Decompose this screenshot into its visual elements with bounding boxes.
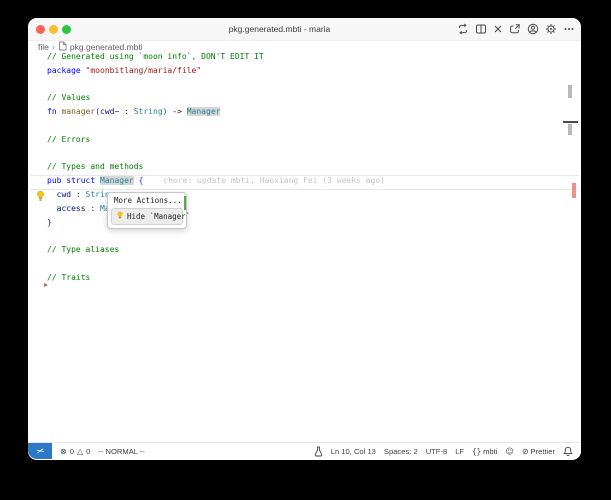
status-bar: >< ⊗ 0 △ 0 -- NORMAL -- Ln 10, Col 13 Sp…: [28, 442, 581, 459]
zoom-window-button[interactable]: [62, 25, 71, 34]
errors-icon: ⊗: [60, 446, 67, 456]
formatter-indicator[interactable]: ⊘ Prettier: [522, 447, 555, 456]
code-token: // Generated using `moon info`, DON'T ED…: [47, 52, 264, 61]
settings-gear-icon[interactable]: [545, 23, 557, 35]
code-token: :: [119, 107, 134, 117]
code-line[interactable]: [47, 229, 567, 243]
prettier-icon: ⊘: [521, 446, 529, 456]
highlighted-symbol: Manager: [100, 176, 134, 186]
remote-indicator[interactable]: ><: [28, 443, 52, 459]
action-label: Hide `Manager`: [127, 212, 191, 221]
code-line[interactable]: // Type aliases: [47, 243, 567, 257]
overview-ruler-mark: [568, 124, 572, 135]
overview-ruler-cursor-mark: [563, 121, 578, 123]
overview-ruler-error-mark: [572, 183, 576, 198]
code-token: struct: [66, 176, 96, 186]
encoding-setting[interactable]: UTF-8: [426, 447, 448, 456]
trailing-whitespace-mark: [44, 283, 48, 287]
code-line[interactable]: [47, 257, 567, 271]
code-editor[interactable]: // Generated using `moon info`, DON'T ED…: [47, 50, 567, 285]
code-token: "moonbitlang/maria/file": [85, 65, 202, 75]
hide-manager-action[interactable]: Hide `Manager`: [111, 208, 190, 225]
code-line[interactable]: // Errors: [47, 133, 567, 147]
code-line[interactable]: // Types and methods: [47, 160, 567, 174]
share-icon[interactable]: [509, 23, 521, 35]
cursor-position[interactable]: Ln 10, Col 13: [331, 447, 376, 456]
language-mode[interactable]: {} mbti: [472, 447, 497, 456]
code-token: }: [47, 217, 52, 227]
code-line[interactable]: fn manager(cwd~ : String) -> Manager: [47, 105, 567, 119]
code-line[interactable]: // Traits: [47, 271, 567, 285]
code-token: cwd~: [100, 107, 120, 117]
vscode-window: pkg.generated.mbti - maria file › pkg.ge…: [28, 18, 581, 460]
code-line[interactable]: [47, 78, 567, 92]
code-token: // Types and methods: [47, 162, 144, 172]
lightbulb-icon[interactable]: [35, 189, 46, 207]
remote-icon: ><: [35, 446, 45, 456]
code-token: ->: [167, 107, 187, 117]
code-token: pub: [47, 176, 62, 186]
errors-count: 0: [69, 446, 74, 456]
traffic-lights: [36, 25, 71, 34]
notifications-bell-icon[interactable]: [563, 446, 573, 457]
indentation-setting[interactable]: Spaces: 2: [384, 447, 418, 456]
code-token: {: [138, 176, 144, 186]
formatter-label: Prettier: [530, 446, 555, 456]
code-token: manager: [61, 107, 96, 117]
code-line[interactable]: // Values: [47, 91, 567, 105]
green-caret: [184, 196, 186, 210]
code-token: // Traits: [47, 272, 91, 282]
code-token: // Errors: [47, 134, 91, 144]
code-token: package: [47, 65, 81, 75]
more-ellipsis-icon[interactable]: [563, 23, 575, 35]
code-token: // Type aliases: [47, 245, 120, 255]
titlebar-actions: [457, 18, 575, 40]
code-line[interactable]: // Generated using `moon info`, DON'T ED…: [47, 50, 567, 64]
split-editor-icon[interactable]: [475, 23, 487, 35]
code-line[interactable]: [47, 119, 567, 133]
highlighted-symbol: Manager: [186, 107, 221, 117]
more-actions-item[interactable]: More Actions...: [108, 193, 186, 206]
code-token: :: [85, 203, 100, 213]
close-window-button[interactable]: [36, 25, 45, 34]
warnings-count: 0: [86, 446, 91, 456]
code-line[interactable]: [47, 147, 567, 161]
language-icon: {}: [472, 446, 482, 456]
code-token: String: [133, 107, 163, 117]
git-blame-annotation: chore: update mbti, Haoxiang Fei (3 week…: [163, 176, 385, 186]
warnings-icon: △: [76, 446, 84, 456]
code-line[interactable]: pub struct Manager { chore: update mbti, …: [47, 174, 567, 188]
code-token: :: [71, 189, 86, 199]
account-icon[interactable]: [527, 23, 539, 35]
eol-setting[interactable]: LF: [455, 447, 464, 456]
flask-icon[interactable]: [314, 446, 323, 457]
code-token: fn: [47, 107, 57, 117]
problems-indicator[interactable]: ⊗ 0 △ 0: [60, 447, 90, 456]
code-action-popup: More Actions... Hide `Manager`: [107, 192, 190, 229]
titlebar: pkg.generated.mbti - maria: [28, 18, 581, 41]
vim-mode-indicator: -- NORMAL --: [98, 446, 145, 456]
overview-ruler-mark: [568, 85, 572, 98]
feedback-smiley-icon[interactable]: ☺: [505, 447, 513, 456]
window-title: pkg.generated.mbti - maria: [228, 24, 331, 34]
code-token: cwd: [56, 189, 72, 199]
code-token: access: [56, 203, 86, 213]
language-label: mbti: [483, 446, 498, 456]
lightbulb-icon: [116, 211, 124, 222]
code-line[interactable]: package "moonbitlang/maria/file": [47, 64, 567, 78]
code-token: // Values: [47, 93, 91, 103]
close-icon[interactable]: [493, 24, 503, 34]
minimize-window-button[interactable]: [49, 25, 58, 34]
history-icon[interactable]: [457, 23, 469, 35]
